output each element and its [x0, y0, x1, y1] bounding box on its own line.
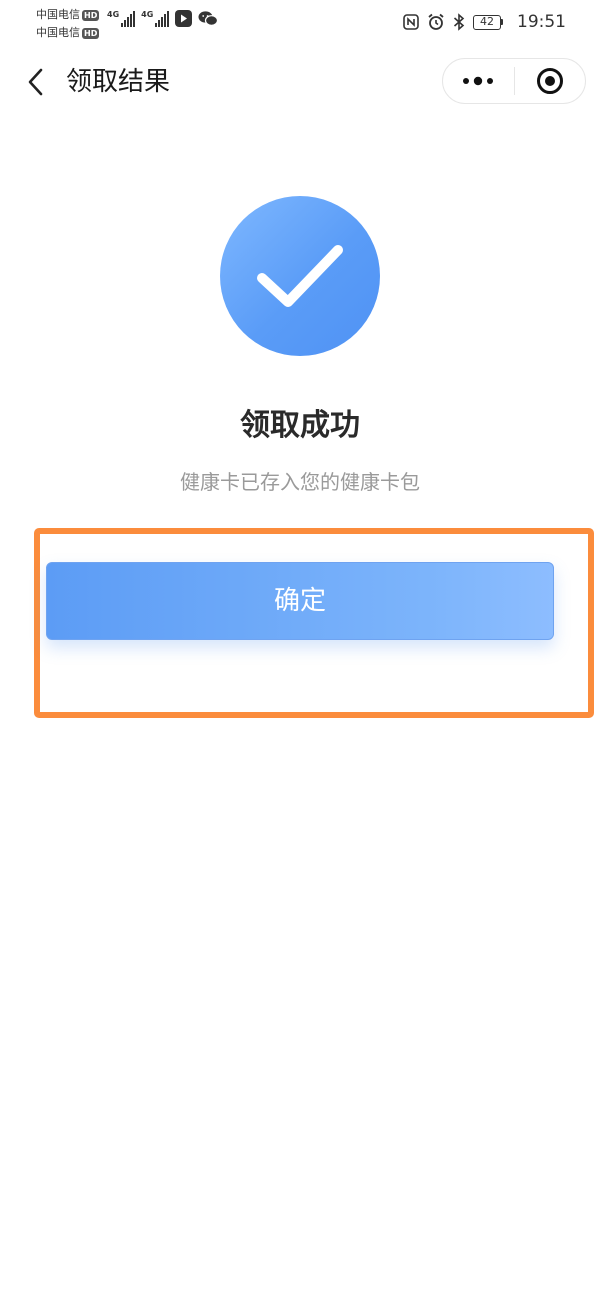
carrier-row-2: 中国电信 HD — [36, 24, 100, 42]
signal-indicators: 4G 4G — [107, 10, 219, 27]
bluetooth-icon — [453, 13, 465, 31]
network-type: 4G — [141, 10, 154, 19]
wechat-icon — [198, 10, 219, 27]
back-button[interactable] — [16, 62, 56, 102]
battery-level: 42 — [473, 14, 501, 30]
nav-bar: 领取结果 — [0, 54, 600, 110]
app-notification-icon — [175, 10, 193, 27]
confirm-button[interactable]: 确定 — [46, 562, 554, 640]
signal-icon — [155, 11, 170, 27]
status-bar: 中国电信 HD 中国电信 HD 4G 4G 42 19:51 — [0, 0, 600, 46]
battery-icon: 42 — [473, 14, 503, 30]
nfc-icon — [403, 14, 419, 30]
network-type: 4G — [107, 10, 120, 19]
result-subtitle: 健康卡已存入您的健康卡包 — [180, 470, 420, 494]
signal-icon — [121, 11, 136, 27]
status-time: 19:51 — [517, 12, 566, 32]
hd-badge: HD — [82, 27, 100, 39]
chevron-left-icon — [28, 68, 43, 96]
page-title: 领取结果 — [66, 67, 171, 97]
target-close-icon — [536, 68, 563, 94]
carrier-name: 中国电信 — [36, 8, 80, 21]
success-circle — [220, 196, 380, 356]
carrier-row-1: 中国电信 HD — [36, 6, 100, 24]
more-menu-button[interactable] — [443, 59, 514, 103]
signal-group-1: 4G — [107, 10, 136, 27]
checkmark-icon — [257, 245, 343, 307]
signal-group-2: 4G — [141, 10, 170, 27]
close-mini-program-button[interactable] — [515, 59, 586, 103]
result-title: 领取成功 — [240, 408, 360, 443]
carrier-info: 中国电信 HD 中国电信 HD — [36, 6, 100, 42]
more-dots-icon — [463, 76, 494, 86]
alarm-icon — [427, 13, 445, 31]
status-right: 42 19:51 — [403, 12, 566, 32]
mini-program-capsule — [442, 58, 586, 104]
carrier-name: 中国电信 — [36, 26, 80, 39]
hd-badge: HD — [82, 9, 100, 21]
